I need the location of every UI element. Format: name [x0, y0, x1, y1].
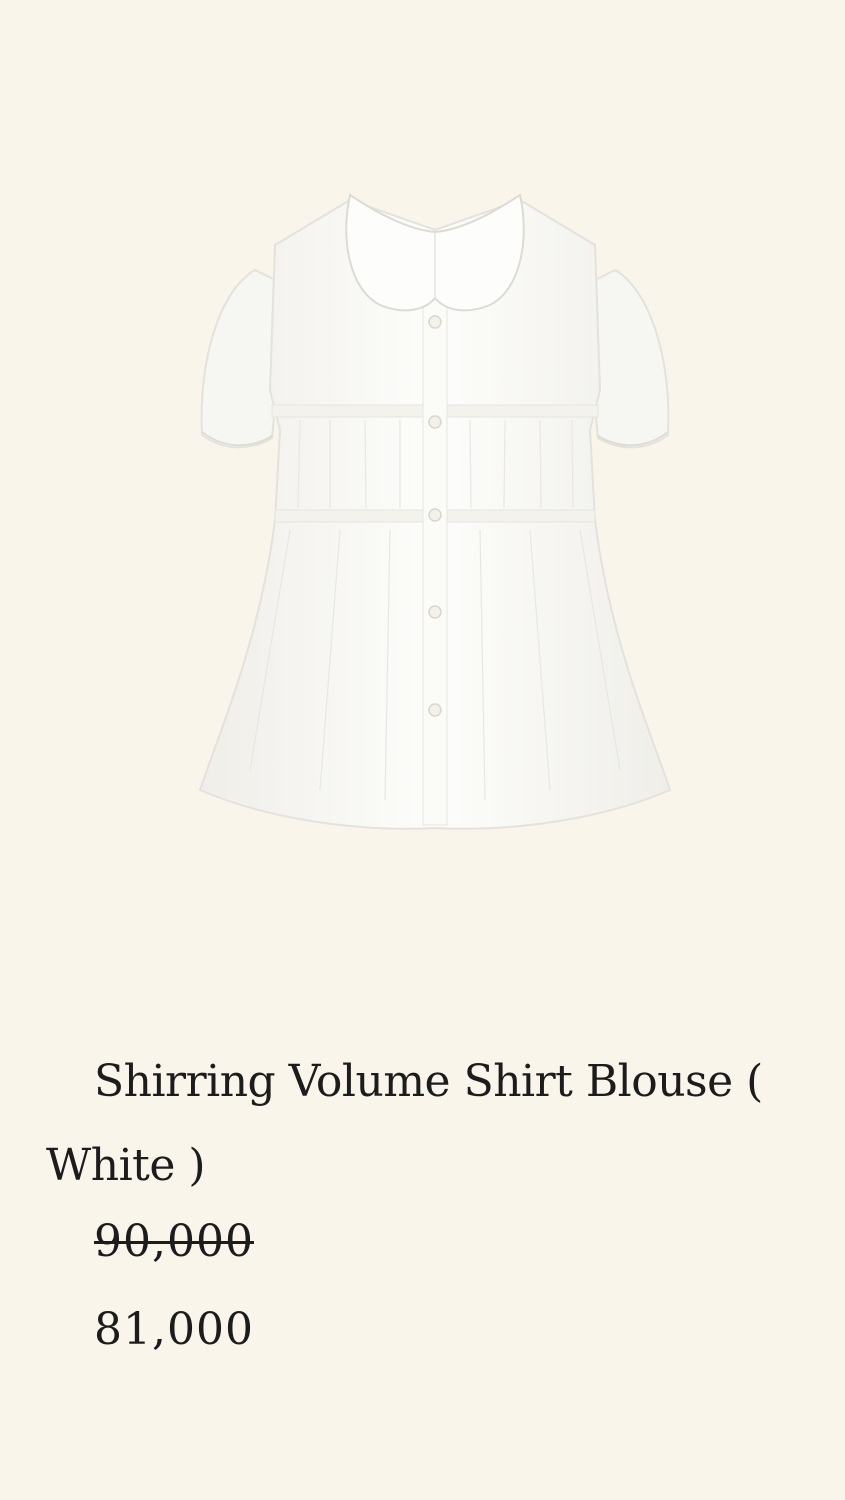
original-price: 90,000: [94, 1216, 254, 1267]
blouse-illustration: [198, 193, 672, 830]
product-image[interactable]: [180, 170, 690, 840]
product-title[interactable]: Shirring Volume Shirt Blouse ( White ): [46, 1040, 806, 1208]
sale-price: 81,000: [94, 1304, 254, 1355]
product-card[interactable]: Shirring Volume Shirt Blouse ( White ) 9…: [0, 0, 845, 1500]
